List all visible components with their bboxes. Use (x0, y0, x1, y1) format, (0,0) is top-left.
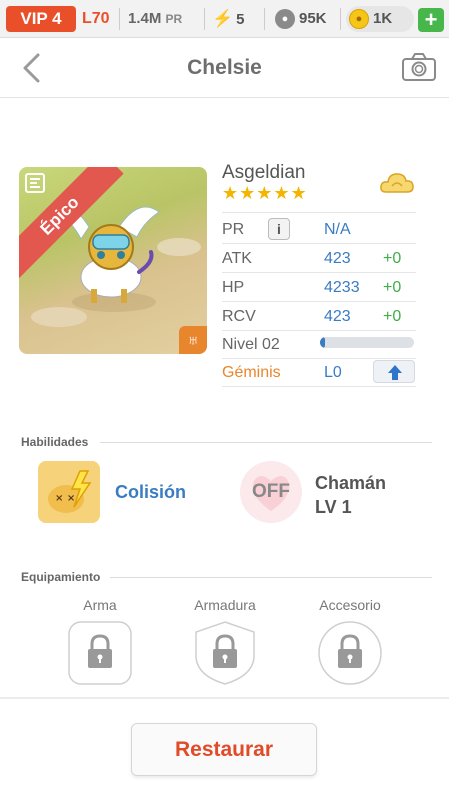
vip-badge[interactable]: VIP 4 (6, 6, 76, 32)
accessory-slot[interactable] (317, 620, 383, 686)
divider (340, 8, 341, 30)
collision-skill-icon[interactable]: × × (38, 461, 100, 523)
energy-value: 5 (236, 11, 245, 28)
monster-artwork (31, 206, 201, 327)
coin-counter[interactable]: ● 1K (346, 6, 414, 32)
divider (119, 8, 120, 30)
stat-label-pr: PR (222, 221, 245, 238)
energy-counter[interactable]: ⚡ 5 (212, 6, 245, 32)
divider (0, 697, 449, 699)
lightning-face-icon: × × (40, 463, 98, 521)
stat-label-rcv: RCV (222, 308, 256, 325)
monster-name: Asgeldian (222, 162, 306, 183)
paw-icon: ● (275, 9, 295, 30)
stat-bonus-rcv: +0 (383, 308, 402, 325)
passive-skill-level: LV 1 (315, 497, 352, 517)
lightning-icon: ⚡ (212, 9, 234, 28)
passive-skill-info: Chamán LV 1 (315, 471, 386, 519)
coin-icon: ● (349, 9, 369, 30)
header: Chelsie (0, 38, 449, 98)
divider (222, 330, 416, 331)
stat-value-atk: 423 (324, 250, 351, 267)
stat-value-hp: 4233 (324, 279, 360, 296)
add-currency-button[interactable]: + (418, 8, 444, 32)
divider (222, 386, 416, 387)
divider (100, 442, 432, 443)
sign-level: L0 (324, 364, 342, 381)
weapon-slot[interactable] (67, 620, 133, 686)
paw-value: 95K (299, 10, 327, 27)
page-title: Chelsie (187, 56, 262, 79)
active-skill-name[interactable]: Colisión (115, 482, 186, 503)
power-value: 1.4M (128, 10, 162, 27)
accessory-slot-label: Accesorio (319, 597, 381, 613)
divider (222, 358, 416, 359)
paw-counter[interactable]: ● 95K (275, 6, 327, 32)
level-progress-fill (320, 337, 325, 348)
coin-value: 1K (373, 10, 393, 27)
level-progress-bar (320, 337, 414, 348)
level-label: Nivel 02 (222, 336, 280, 353)
skills-section-title: Habilidades (21, 435, 89, 449)
divider (222, 301, 416, 302)
divider (204, 8, 205, 30)
power-unit: PR (165, 12, 183, 26)
equipment-section-title: Equipamiento (21, 570, 101, 584)
stat-value-rcv: 423 (324, 308, 351, 325)
divider (264, 8, 265, 30)
passive-skill-name: Chamán (315, 473, 387, 493)
camera-icon[interactable] (401, 52, 437, 82)
divider (222, 212, 416, 213)
divider (222, 272, 416, 273)
armor-slot[interactable] (192, 620, 258, 686)
stat-bonus-atk: +0 (383, 250, 402, 267)
stat-value-pr: N/A (324, 221, 351, 238)
divider (110, 577, 432, 578)
svg-text:× ×: × × (55, 493, 75, 504)
up-arrow-icon (388, 365, 402, 380)
pr-info-button[interactable]: i (268, 218, 290, 240)
stat-bonus-hp: +0 (383, 279, 402, 296)
weapon-slot-label: Arma (83, 597, 117, 613)
armor-slot-label: Armadura (194, 597, 256, 613)
passive-off-label: OFF (252, 481, 290, 502)
stat-label-hp: HP (222, 279, 245, 296)
cloud-element-icon (380, 173, 414, 193)
stat-label-atk: ATK (222, 250, 252, 267)
upgrade-button[interactable] (373, 360, 415, 383)
sign-label: Géminis (222, 364, 281, 381)
star-rating: ★★★★★ (222, 183, 308, 203)
card-info-icon[interactable] (23, 171, 47, 195)
monster-portrait-card[interactable]: Épico ♅ (19, 167, 207, 354)
restore-button[interactable]: Restaurar (131, 723, 317, 776)
divider (222, 243, 416, 244)
power-rating: 1.4M PR (128, 6, 182, 32)
player-level: L70 (82, 10, 110, 27)
status-bar: VIP 4 L70 1.4M PR ⚡ 5 ● 95K ● 1K + (0, 0, 449, 38)
gemini-sign-icon: ♅ (179, 326, 207, 354)
